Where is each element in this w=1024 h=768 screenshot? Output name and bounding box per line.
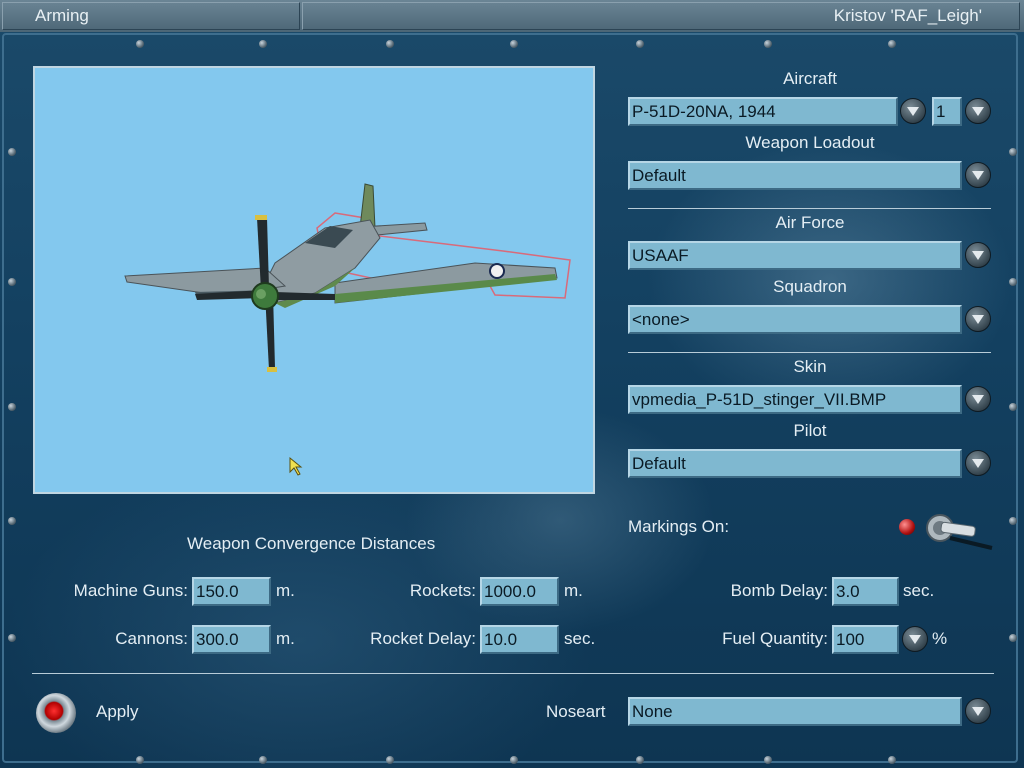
machine-guns-label: Machine Guns: — [73, 581, 188, 600]
rivet-icon — [8, 148, 16, 156]
cannons-field[interactable]: 300.0 — [192, 625, 271, 654]
rockets-unit: m. — [564, 581, 583, 600]
aircraft-model-icon — [124, 183, 571, 476]
apply-label[interactable]: Apply — [96, 702, 139, 722]
aircraft-label: Aircraft — [783, 69, 837, 88]
fuel-quantity-label: Fuel Quantity: — [722, 629, 828, 648]
machine-guns-unit: m. — [276, 581, 295, 600]
fuel-quantity-field[interactable]: 100 — [832, 625, 899, 654]
apply-button-icon[interactable] — [36, 693, 76, 733]
weapon-loadout-select[interactable]: Default — [628, 161, 962, 190]
rivet-icon — [636, 40, 644, 48]
title-bar: Arming Kristov 'RAF_Leigh' — [0, 0, 1024, 32]
noseart-select[interactable]: None — [628, 697, 962, 726]
skin-select[interactable]: vpmedia_P-51D_stinger_VII.BMP — [628, 385, 962, 414]
rivet-icon — [510, 40, 518, 48]
rivet-icon — [386, 40, 394, 48]
skin-dropdown-arrow-icon[interactable] — [965, 386, 991, 412]
rivet-icon — [888, 756, 896, 764]
squadron-label: Squadron — [773, 277, 847, 296]
rivet-icon — [386, 756, 394, 764]
cannons-unit: m. — [276, 629, 295, 648]
rivet-icon — [8, 634, 16, 642]
bomb-delay-field[interactable]: 3.0 — [832, 577, 899, 606]
rivet-icon — [636, 756, 644, 764]
aircraft-preview[interactable] — [33, 66, 595, 494]
rivet-icon — [1009, 278, 1017, 286]
rivet-icon — [1009, 148, 1017, 156]
markings-label: Markings On: — [628, 517, 730, 536]
rockets-field[interactable]: 1000.0 — [480, 577, 559, 606]
rivet-icon — [764, 40, 772, 48]
weapon-loadout-dropdown-arrow-icon[interactable] — [965, 162, 991, 188]
divider — [628, 352, 991, 353]
air-force-label: Air Force — [775, 213, 845, 232]
user-name: Kristov 'RAF_Leigh' — [833, 6, 982, 25]
convergence-title: Weapon Convergence Distances — [187, 534, 436, 553]
rivet-icon — [510, 756, 518, 764]
air-force-dropdown-arrow-icon[interactable] — [965, 242, 991, 268]
noseart-label: Noseart — [546, 702, 606, 721]
rocket-delay-unit: sec. — [564, 629, 596, 648]
rivet-icon — [764, 756, 772, 764]
rivet-icon — [1009, 517, 1017, 525]
divider — [32, 673, 994, 674]
fuel-quantity-unit: % — [932, 629, 948, 648]
rivet-icon — [136, 756, 144, 764]
squadron-dropdown-arrow-icon[interactable] — [965, 306, 991, 332]
skin-label: Skin — [793, 357, 827, 376]
markings-indicator-icon — [899, 519, 915, 535]
window-title: Arming — [35, 6, 89, 25]
cannons-label: Cannons: — [115, 629, 188, 648]
rocket-delay-label: Rocket Delay: — [370, 629, 476, 648]
aircraft-select[interactable]: P-51D-20NA, 1944 — [628, 97, 898, 126]
divider — [628, 208, 991, 209]
markings-toggle-switch-icon[interactable] — [920, 506, 996, 554]
fuel-quantity-dropdown-arrow-icon[interactable] — [902, 626, 928, 652]
bomb-delay-label: Bomb Delay: — [730, 581, 828, 600]
squadron-select[interactable]: <none> — [628, 305, 962, 334]
rivet-icon — [1009, 403, 1017, 411]
rivet-icon — [259, 756, 267, 764]
rivet-icon — [136, 40, 144, 48]
pilot-label: Pilot — [793, 421, 827, 440]
rivet-icon — [259, 40, 267, 48]
pilot-select[interactable]: Default — [628, 449, 962, 478]
rivet-icon — [8, 403, 16, 411]
rivet-icon — [8, 278, 16, 286]
weapon-loadout-label: Weapon Loadout — [745, 133, 875, 152]
noseart-dropdown-arrow-icon[interactable] — [965, 698, 991, 724]
aircraft-count-field[interactable]: 1 — [932, 97, 962, 126]
aircraft-count-dropdown-arrow-icon[interactable] — [965, 98, 991, 124]
machine-guns-field[interactable]: 150.0 — [192, 577, 271, 606]
air-force-select[interactable]: USAAF — [628, 241, 962, 270]
rivet-icon — [1009, 634, 1017, 642]
bomb-delay-unit: sec. — [903, 581, 935, 600]
rocket-delay-field[interactable]: 10.0 — [480, 625, 559, 654]
rivet-icon — [888, 40, 896, 48]
rockets-label: Rockets: — [409, 581, 476, 600]
rivet-icon — [8, 517, 16, 525]
pilot-dropdown-arrow-icon[interactable] — [965, 450, 991, 476]
aircraft-dropdown-arrow-icon[interactable] — [900, 98, 926, 124]
